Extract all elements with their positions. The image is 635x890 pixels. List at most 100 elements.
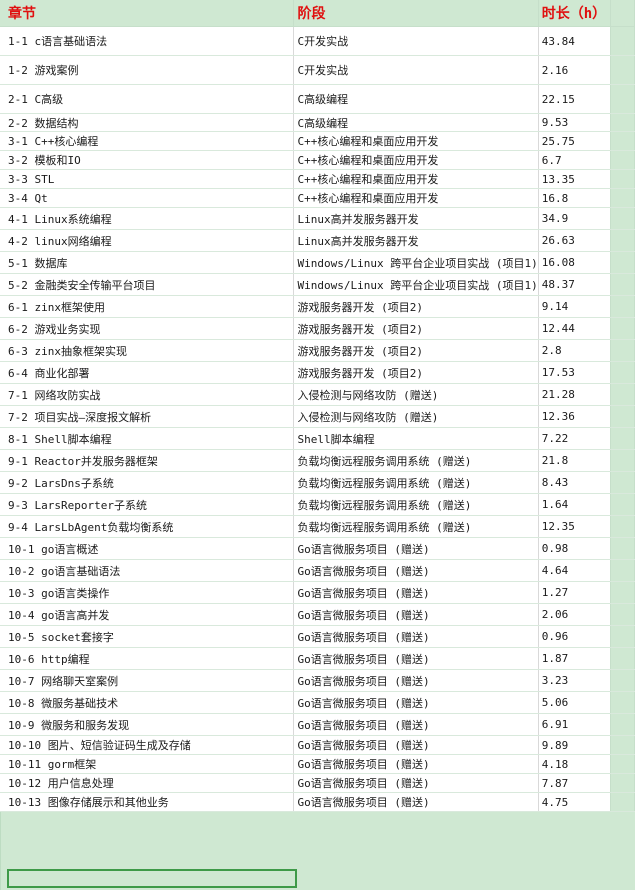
- empty-cell[interactable]: [610, 405, 635, 428]
- stage-cell[interactable]: C高级编程: [293, 84, 539, 114]
- stage-cell[interactable]: Go语言微服务项目 (赠送): [293, 773, 539, 793]
- stage-cell[interactable]: Go语言微服务项目 (赠送): [293, 691, 539, 714]
- chapter-cell[interactable]: 10-10 图片、短信验证码生成及存储: [0, 735, 294, 755]
- duration-cell[interactable]: 6.91: [538, 713, 611, 736]
- chapter-cell[interactable]: 4-1 Linux系统编程: [0, 207, 294, 230]
- stage-cell[interactable]: Go语言微服务项目 (赠送): [293, 603, 539, 626]
- stage-cell[interactable]: Go语言微服务项目 (赠送): [293, 581, 539, 604]
- empty-cell[interactable]: [610, 559, 635, 582]
- header-chapter[interactable]: 章节: [0, 0, 294, 27]
- stage-cell[interactable]: Linux高并发服务器开发: [293, 229, 539, 252]
- empty-cell[interactable]: [610, 295, 635, 318]
- duration-cell[interactable]: 4.64: [538, 559, 611, 582]
- header-stage[interactable]: 阶段: [293, 0, 539, 27]
- chapter-cell[interactable]: 10-3 go语言类操作: [0, 581, 294, 604]
- chapter-cell[interactable]: 10-7 网络聊天室案例: [0, 669, 294, 692]
- duration-cell[interactable]: 34.9: [538, 207, 611, 230]
- duration-cell[interactable]: 21.8: [538, 449, 611, 472]
- empty-cell[interactable]: [610, 625, 635, 648]
- duration-cell[interactable]: 3.23: [538, 669, 611, 692]
- empty-cell[interactable]: [610, 383, 635, 406]
- duration-cell[interactable]: 2.16: [538, 55, 611, 85]
- chapter-cell[interactable]: 7-2 项目实战—深度报文解析: [0, 405, 294, 428]
- chapter-cell[interactable]: 3-2 模板和IO: [0, 150, 294, 170]
- duration-cell[interactable]: 4.18: [538, 754, 611, 774]
- empty-cell[interactable]: [610, 427, 635, 450]
- empty-cell[interactable]: [610, 251, 635, 274]
- empty-cell[interactable]: [610, 773, 635, 793]
- stage-cell[interactable]: Go语言微服务项目 (赠送): [293, 537, 539, 560]
- chapter-cell[interactable]: 6-4 商业化部署: [0, 361, 294, 384]
- chapter-cell[interactable]: 6-1 zinx框架使用: [0, 295, 294, 318]
- empty-cell[interactable]: [610, 339, 635, 362]
- empty-cell[interactable]: [610, 273, 635, 296]
- chapter-cell[interactable]: 10-2 go语言基础语法: [0, 559, 294, 582]
- chapter-cell[interactable]: 1-1 c语言基础语法: [0, 26, 294, 56]
- chapter-cell[interactable]: 3-4 Qt: [0, 188, 294, 208]
- stage-cell[interactable]: 入侵检测与网络攻防 (赠送): [293, 383, 539, 406]
- empty-cell[interactable]: [610, 471, 635, 494]
- chapter-cell[interactable]: 10-13 图像存储展示和其他业务: [0, 792, 294, 812]
- duration-cell[interactable]: 13.35: [538, 169, 611, 189]
- empty-cell[interactable]: [610, 113, 635, 132]
- stage-cell[interactable]: Go语言微服务项目 (赠送): [293, 647, 539, 670]
- duration-cell[interactable]: 21.28: [538, 383, 611, 406]
- duration-cell[interactable]: 26.63: [538, 229, 611, 252]
- empty-cell[interactable]: [610, 26, 635, 56]
- duration-cell[interactable]: 16.8: [538, 188, 611, 208]
- stage-cell[interactable]: Go语言微服务项目 (赠送): [293, 559, 539, 582]
- chapter-cell[interactable]: 6-3 zinx抽象框架实现: [0, 339, 294, 362]
- chapter-cell[interactable]: 10-5 socket套接字: [0, 625, 294, 648]
- chapter-cell[interactable]: 5-1 数据库: [0, 251, 294, 274]
- stage-cell[interactable]: Windows/Linux 跨平台企业项目实战 (项目1): [293, 273, 539, 296]
- stage-cell[interactable]: Go语言微服务项目 (赠送): [293, 625, 539, 648]
- empty-cell[interactable]: [610, 449, 635, 472]
- empty-cell[interactable]: [610, 691, 635, 714]
- duration-cell[interactable]: 6.7: [538, 150, 611, 170]
- stage-cell[interactable]: 负载均衡远程服务调用系统 (赠送): [293, 449, 539, 472]
- duration-cell[interactable]: 12.35: [538, 515, 611, 538]
- duration-cell[interactable]: 1.27: [538, 581, 611, 604]
- duration-cell[interactable]: 25.75: [538, 131, 611, 151]
- chapter-cell[interactable]: 10-9 微服务和服务发现: [0, 713, 294, 736]
- stage-cell[interactable]: C开发实战: [293, 55, 539, 85]
- chapter-cell[interactable]: 10-12 用户信息处理: [0, 773, 294, 793]
- stage-cell[interactable]: C开发实战: [293, 26, 539, 56]
- duration-cell[interactable]: 16.08: [538, 251, 611, 274]
- empty-cell[interactable]: [610, 792, 635, 812]
- duration-cell[interactable]: 2.06: [538, 603, 611, 626]
- empty-cell[interactable]: [610, 55, 635, 85]
- chapter-cell[interactable]: 9-2 LarsDns子系统: [0, 471, 294, 494]
- duration-cell[interactable]: 0.98: [538, 537, 611, 560]
- selected-cell[interactable]: [7, 869, 297, 888]
- stage-cell[interactable]: Go语言微服务项目 (赠送): [293, 669, 539, 692]
- duration-cell[interactable]: 22.15: [538, 84, 611, 114]
- duration-cell[interactable]: 1.87: [538, 647, 611, 670]
- chapter-cell[interactable]: 10-6 http编程: [0, 647, 294, 670]
- stage-cell[interactable]: 游戏服务器开发 (项目2): [293, 339, 539, 362]
- empty-cell[interactable]: [610, 537, 635, 560]
- empty-cell[interactable]: [610, 84, 635, 114]
- chapter-cell[interactable]: 7-1 网络攻防实战: [0, 383, 294, 406]
- duration-cell[interactable]: 0.96: [538, 625, 611, 648]
- duration-cell[interactable]: 9.14: [538, 295, 611, 318]
- empty-cell[interactable]: [610, 169, 635, 189]
- chapter-cell[interactable]: 5-2 金融类安全传输平台项目: [0, 273, 294, 296]
- empty-cell[interactable]: [610, 0, 635, 27]
- stage-cell[interactable]: 游戏服务器开发 (项目2): [293, 361, 539, 384]
- chapter-cell[interactable]: 10-11 gorm框架: [0, 754, 294, 774]
- stage-cell[interactable]: 负载均衡远程服务调用系统 (赠送): [293, 515, 539, 538]
- chapter-cell[interactable]: 10-4 go语言高并发: [0, 603, 294, 626]
- chapter-cell[interactable]: 2-2 数据结构: [0, 113, 294, 132]
- duration-cell[interactable]: 8.43: [538, 471, 611, 494]
- stage-cell[interactable]: C++核心编程和桌面应用开发: [293, 169, 539, 189]
- duration-cell[interactable]: 48.37: [538, 273, 611, 296]
- duration-cell[interactable]: 2.8: [538, 339, 611, 362]
- stage-cell[interactable]: 游戏服务器开发 (项目2): [293, 295, 539, 318]
- duration-cell[interactable]: 1.64: [538, 493, 611, 516]
- empty-cell[interactable]: [610, 188, 635, 208]
- stage-cell[interactable]: 负载均衡远程服务调用系统 (赠送): [293, 471, 539, 494]
- chapter-cell[interactable]: 6-2 游戏业务实现: [0, 317, 294, 340]
- duration-cell[interactable]: 9.53: [538, 113, 611, 132]
- empty-cell[interactable]: [610, 515, 635, 538]
